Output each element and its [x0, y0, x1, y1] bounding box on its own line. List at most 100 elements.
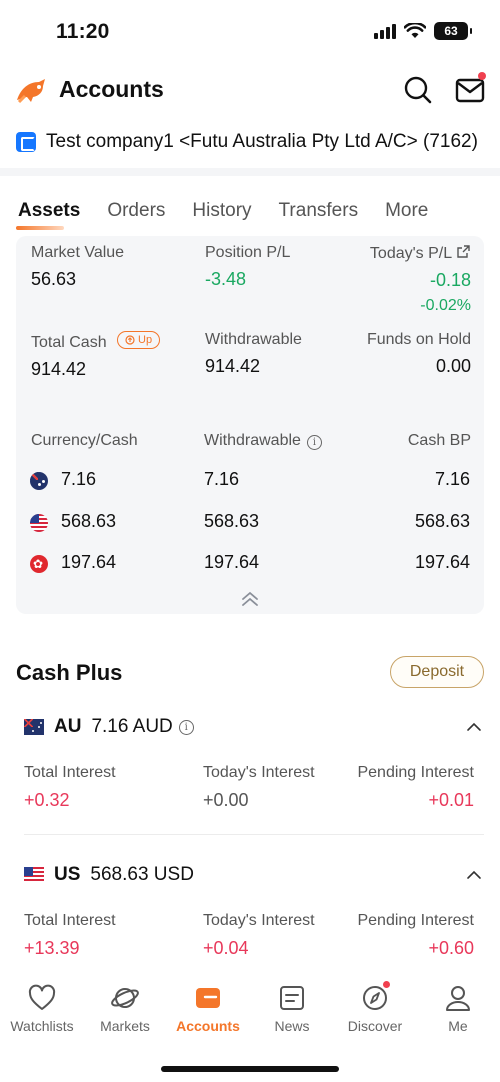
- position-pl-value: -3.48: [205, 269, 247, 289]
- currency-cash-bp-value: 568.63: [414, 511, 470, 531]
- account-name: Test company1 <Futu Australia Pty Ltd A/…: [46, 131, 478, 152]
- currency-amount: 7.16 AUD: [91, 716, 173, 737]
- tab-history[interactable]: History: [192, 200, 251, 222]
- total-interest-au: Total Interest +0.32: [24, 764, 116, 811]
- wallet-icon: [196, 988, 220, 1008]
- au-flag-icon: [24, 719, 44, 735]
- notification-dot: [383, 981, 390, 988]
- todays-interest-au: Today's Interest +0.00: [203, 764, 315, 811]
- todays-interest-value: +0.04: [203, 938, 249, 958]
- chevron-up-icon[interactable]: [466, 721, 482, 733]
- status-icons: 63: [374, 22, 472, 40]
- wifi-icon: [404, 23, 426, 38]
- position-pl-label: Position P/L: [205, 244, 291, 261]
- hk-flag-icon: [30, 555, 48, 573]
- notification-dot: [478, 72, 486, 80]
- tab-more[interactable]: More: [385, 200, 428, 222]
- battery-indicator: 63: [434, 22, 472, 40]
- account-selector[interactable]: Test company1 <Futu Australia Pty Ltd A/…: [16, 128, 478, 156]
- upgrade-icon: [125, 335, 135, 345]
- total-interest-us: Total Interest +13.39: [24, 912, 116, 959]
- withdrawable-value: 914.42: [205, 356, 261, 376]
- pending-interest-label: Pending Interest: [357, 912, 474, 929]
- currency-cash-value: 197.64: [61, 552, 117, 572]
- assets-card: Market Value 56.63 Position P/L -3.48 To…: [16, 236, 484, 614]
- nav-watchlists[interactable]: Watchlists: [0, 978, 84, 1034]
- heart-icon: [28, 984, 56, 1010]
- cash-bp-header: Cash BP: [407, 432, 471, 449]
- todays-interest-us: Today's Interest +0.04: [203, 912, 315, 959]
- todays-interest-label: Today's Interest: [203, 912, 315, 929]
- home-indicator[interactable]: [161, 1066, 339, 1072]
- planet-icon: [111, 988, 139, 1008]
- nav-me[interactable]: Me: [416, 978, 500, 1034]
- status-time: 11:20: [56, 20, 110, 43]
- au-flag-icon: [30, 472, 48, 490]
- nav-accounts[interactable]: Accounts: [166, 978, 250, 1034]
- up-badge[interactable]: Up: [117, 331, 161, 349]
- todays-pl-label: Today's P/L: [369, 245, 452, 262]
- todays-interest-label: Today's Interest: [203, 764, 315, 781]
- funds-on-hold: Funds on Hold 0.00: [367, 331, 471, 377]
- cellular-signal-icon: [374, 23, 396, 39]
- app-header: Accounts: [0, 70, 500, 110]
- nav-label: News: [274, 1018, 310, 1034]
- currency-amount: 568.63 USD: [90, 864, 194, 885]
- currency-cash-value: 568.63: [61, 511, 117, 531]
- total-cash-label: Total Cash: [31, 334, 107, 351]
- tab-assets[interactable]: Assets: [15, 200, 80, 230]
- market-value-value: 56.63: [31, 269, 77, 289]
- currency-row-hkd: 197.64 197.64 197.64: [30, 552, 470, 576]
- currency-cash-bp-value: 197.64: [414, 552, 470, 572]
- up-badge-label: Up: [138, 334, 153, 346]
- info-icon[interactable]: i: [306, 435, 322, 450]
- market-value: Market Value 56.63: [31, 244, 124, 290]
- nav-label: Accounts: [176, 1018, 240, 1034]
- total-interest-label: Total Interest: [24, 912, 116, 929]
- todays-pl[interactable]: Today's P/L -0.18 -0.02%: [370, 244, 471, 315]
- share-icon[interactable]: [456, 244, 471, 259]
- withdrawable-header-label: Withdrawable: [204, 432, 301, 449]
- compass-icon: [363, 986, 387, 1010]
- currency-withdrawable-value: 197.64: [204, 552, 260, 572]
- currency-cash-bp-value: 7.16: [434, 469, 470, 489]
- cash-plus-au-header[interactable]: AU 7.16 AUD i: [24, 714, 194, 740]
- cash-plus-us-header[interactable]: US 568.63 USD: [24, 862, 194, 888]
- currency-cash-value: 7.16: [61, 469, 97, 489]
- chevron-up-icon[interactable]: [466, 869, 482, 881]
- info-icon[interactable]: i: [178, 719, 194, 735]
- mail-button[interactable]: [454, 72, 486, 106]
- collapse-chevron-icon[interactable]: [240, 590, 260, 608]
- total-interest-label: Total Interest: [24, 764, 116, 781]
- tab-bar: Assets Orders History Transfers More: [15, 200, 455, 230]
- currency-withdrawable-value: 7.16: [204, 469, 240, 489]
- total-cash-value: 914.42: [31, 359, 87, 379]
- divider: [24, 834, 484, 835]
- futu-logo-icon: [17, 79, 45, 104]
- total-cash: Total Cash Up 914.42: [31, 331, 161, 380]
- search-icon[interactable]: [402, 74, 434, 106]
- deposit-button[interactable]: Deposit: [390, 656, 484, 688]
- tab-orders[interactable]: Orders: [107, 200, 165, 222]
- tab-transfers[interactable]: Transfers: [279, 200, 359, 222]
- nav-markets[interactable]: Markets: [83, 978, 167, 1034]
- pending-interest-value: +0.60: [428, 938, 474, 958]
- funds-on-hold-label: Funds on Hold: [366, 331, 471, 348]
- nav-label: Markets: [100, 1018, 150, 1034]
- withdrawable: Withdrawable 914.42: [205, 331, 302, 377]
- pending-interest-value: +0.01: [428, 790, 474, 810]
- divider: [0, 168, 500, 176]
- page-title: Accounts: [59, 76, 164, 102]
- account-icon: [16, 132, 36, 152]
- person-icon: [446, 986, 470, 1011]
- nav-label: Discover: [347, 1018, 403, 1034]
- currency-row-usd: 568.63 568.63 568.63: [30, 511, 470, 535]
- currency-code: US: [54, 864, 81, 885]
- cash-plus-title: Cash Plus: [16, 660, 123, 685]
- todays-pl-percent: -0.02%: [420, 297, 471, 314]
- nav-news[interactable]: News: [250, 978, 334, 1034]
- nav-discover[interactable]: Discover: [333, 978, 417, 1034]
- status-bar: 11:20 63: [0, 0, 500, 62]
- withdrawable-header[interactable]: Withdrawable i: [204, 432, 322, 450]
- nav-label: Me: [448, 1018, 468, 1034]
